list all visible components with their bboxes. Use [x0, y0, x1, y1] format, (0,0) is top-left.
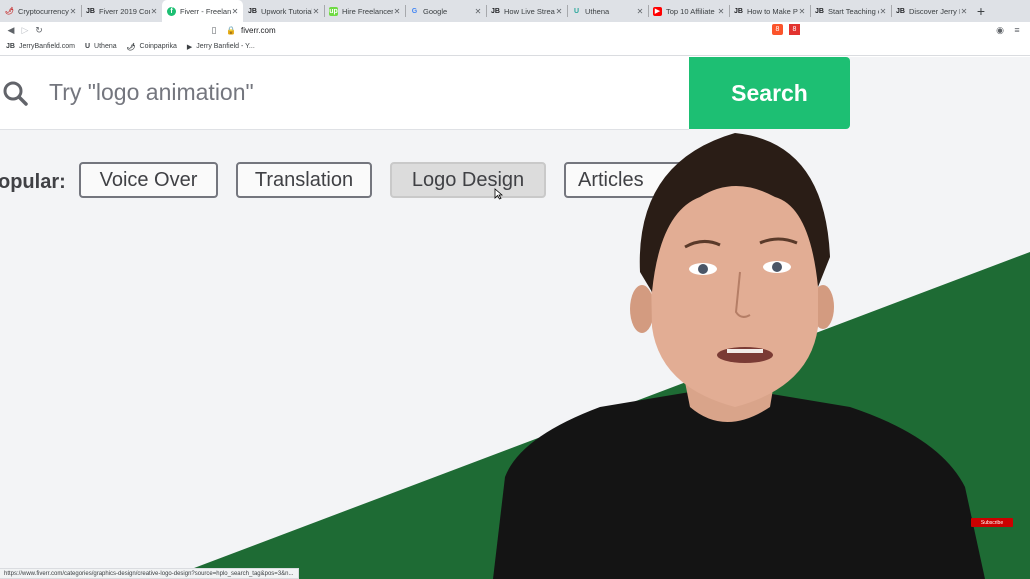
- extension-badge: 8: [792, 26, 797, 33]
- tab-close-icon[interactable]: ✕: [150, 7, 158, 16]
- browser-tab[interactable]: JB Fiverr 2019 Com ✕: [81, 0, 162, 22]
- browser-tab[interactable]: up Hire Freelancers ✕: [324, 0, 405, 22]
- jb-icon: JB: [896, 7, 905, 15]
- tab-title: Uthena: [585, 6, 610, 16]
- tab-close-icon[interactable]: ✕: [717, 7, 725, 16]
- bookmark-favicon-icon: JB: [6, 43, 15, 50]
- tab-close-icon[interactable]: ✕: [960, 7, 968, 16]
- bookmark-item[interactable]: 🌶 Coinpaprika: [127, 43, 177, 51]
- bookmark-item[interactable]: ▶ Jerry Banfield - Y...: [187, 43, 255, 51]
- google-icon: G: [411, 7, 418, 15]
- browser-tab[interactable]: JB How to Make Pa ✕: [729, 0, 810, 22]
- url-text: fiverr.com: [241, 25, 276, 35]
- fiverr-icon: f: [167, 6, 176, 16]
- menu-icon[interactable]: ≡: [1010, 23, 1024, 37]
- presenter-webcam-overlay: [493, 133, 985, 579]
- tab-title: Hire Freelancers: [342, 6, 393, 16]
- new-tab-button[interactable]: +: [972, 0, 990, 22]
- tab-close-icon[interactable]: ✕: [474, 7, 482, 16]
- tab-title: Google: [423, 6, 448, 16]
- address-bar[interactable]: 🔒 fiverr.com: [226, 23, 781, 37]
- browser-tab[interactable]: ▶ Top 10 Affiliate M✕: [648, 0, 729, 22]
- tab-close-icon[interactable]: ✕: [312, 7, 320, 16]
- tab-close-icon[interactable]: ✕: [393, 7, 401, 16]
- bookmark-label: JerryBanfield.com: [18, 43, 75, 50]
- extension-badge: 8: [775, 26, 780, 33]
- jb-icon: JB: [491, 7, 500, 15]
- browser-tab[interactable]: JB Discover Jerry B ✕: [891, 0, 972, 22]
- bookmarks-bar: JB JerryBanfield.com U Uthena 🌶 Coinpaprika ▶ J…: [0, 38, 1030, 56]
- brave-shield-icon[interactable]: 8: [772, 24, 783, 35]
- brave-rewards-icon[interactable]: 8: [789, 24, 800, 35]
- bookmark-favicon-icon: U: [84, 43, 91, 50]
- tab-title: Discover Jerry B: [909, 6, 960, 16]
- tab-title: Fiverr 2019 Com: [99, 6, 150, 16]
- tab-close-icon[interactable]: ✕: [798, 7, 806, 16]
- forward-button[interactable]: ▷: [18, 23, 32, 37]
- browser-tab[interactable]: JB Start Teaching o ✕: [810, 0, 891, 22]
- uthena-icon: U: [573, 7, 580, 15]
- status-url: https://www.fiverr.com/categories/graphi…: [4, 570, 294, 577]
- tab-title: Upwork Tutorial: [261, 6, 312, 16]
- bookmark-favicon-icon: 🌶: [126, 43, 136, 51]
- chili-icon: 🌶: [5, 8, 14, 15]
- bookmark-label: Coinpaprika: [139, 43, 177, 50]
- reload-button[interactable]: ↻: [32, 23, 46, 37]
- browser-toolbar: ◀ ▷ ↻ ▯ 🔒 fiverr.com 8 8 ◉ ≡: [0, 22, 1030, 38]
- browser-tab[interactable]: f Fiverr - Freelanc ✕: [162, 0, 243, 22]
- jb-icon: JB: [248, 7, 257, 15]
- browser-tab[interactable]: G Google ✕: [405, 0, 486, 22]
- tab-close-icon[interactable]: ✕: [879, 7, 887, 16]
- browser-tab[interactable]: 🌶 Cryptocurrency I ✕: [0, 0, 81, 22]
- tab-close-icon[interactable]: ✕: [555, 7, 563, 16]
- status-bar: https://www.fiverr.com/categories/graphi…: [0, 568, 299, 579]
- bookmark-label: Jerry Banfield - Y...: [196, 43, 255, 50]
- tab-title: Top 10 Affiliate M: [666, 6, 717, 16]
- bookmark-item[interactable]: U Uthena: [85, 43, 117, 50]
- browser-tab[interactable]: JB Upwork Tutorial ✕: [243, 0, 324, 22]
- tab-title: How Live Stream: [504, 6, 555, 16]
- profile-icon[interactable]: ◉: [993, 23, 1007, 37]
- tab-close-icon[interactable]: ✕: [636, 7, 644, 16]
- tab-close-icon[interactable]: ✕: [231, 7, 239, 16]
- tab-title: Fiverr - Freelanc: [180, 6, 231, 16]
- browser-tab[interactable]: JB How Live Stream✕: [486, 0, 567, 22]
- bookmark-label: Uthena: [94, 43, 117, 50]
- back-button[interactable]: ◀: [4, 23, 18, 37]
- bookmark-favicon-icon: ▶: [186, 43, 193, 51]
- tab-close-icon[interactable]: ✕: [69, 7, 77, 16]
- fiverr-page: Try "logo animation" Search opular: Voic…: [0, 57, 1030, 579]
- upwork-icon: up: [329, 6, 338, 16]
- tab-title: How to Make Pa: [747, 6, 798, 16]
- lock-icon: 🔒: [226, 25, 236, 35]
- jb-icon: JB: [86, 7, 95, 15]
- tab-strip: 🌶 Cryptocurrency I ✕ JB Fiverr 2019 Com ✕ f Fiv…: [0, 0, 1030, 22]
- subscribe-button[interactable]: Subscribe: [971, 518, 1013, 527]
- tab-title: Start Teaching o: [828, 6, 879, 16]
- jb-icon: JB: [815, 7, 824, 15]
- tab-title: Cryptocurrency I: [18, 6, 69, 16]
- browser-tab[interactable]: U Uthena ✕: [567, 0, 648, 22]
- subscribe-label: Subscribe: [980, 519, 1004, 526]
- bookmark-icon[interactable]: ▯: [207, 23, 221, 37]
- bookmark-item[interactable]: JB JerryBanfield.com: [6, 43, 75, 50]
- youtube-icon: ▶: [653, 6, 662, 16]
- jb-icon: JB: [734, 7, 743, 15]
